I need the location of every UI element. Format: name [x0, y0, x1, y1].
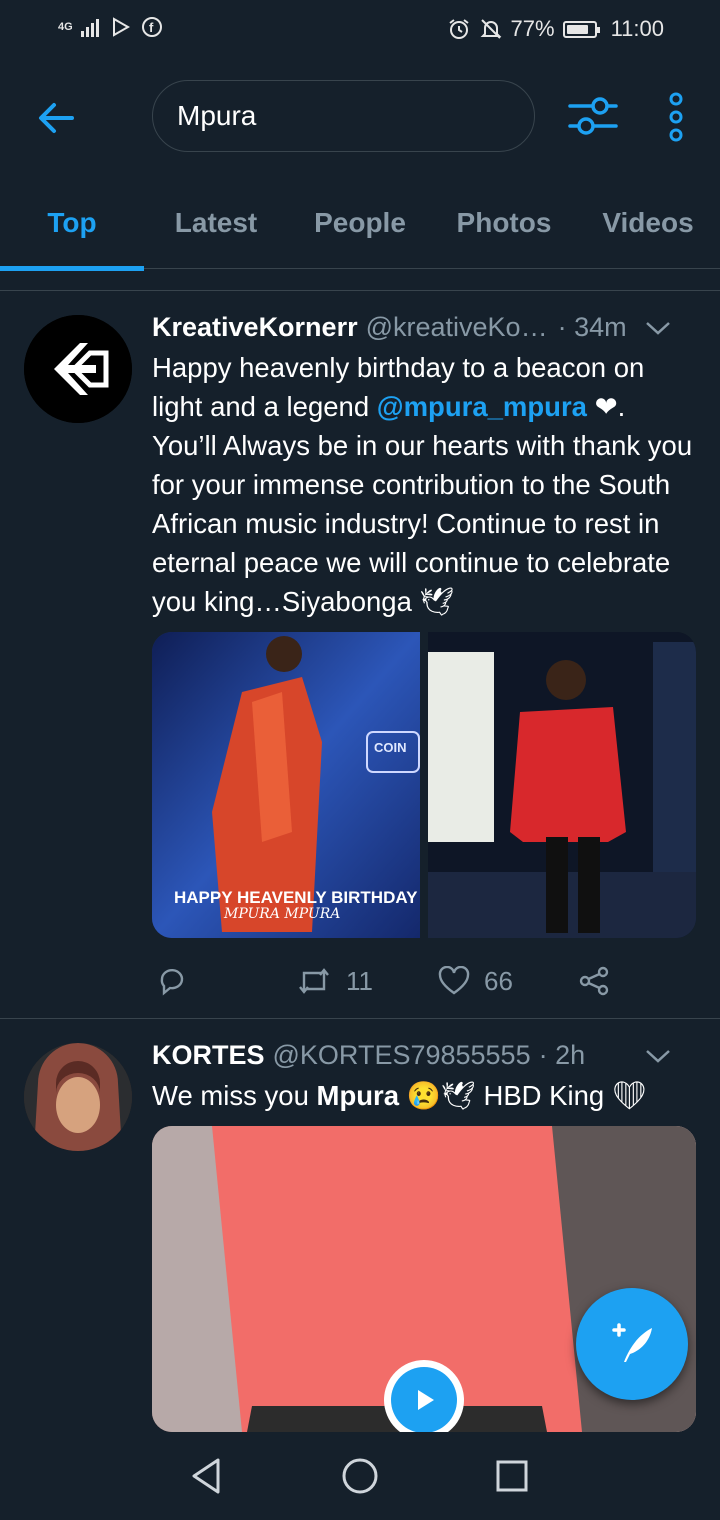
- display-name[interactable]: KORTES: [152, 1040, 265, 1071]
- compose-tweet-button[interactable]: [576, 1288, 688, 1400]
- avatar[interactable]: [24, 315, 132, 423]
- filter-settings-icon[interactable]: [568, 94, 618, 138]
- tab-people[interactable]: People: [288, 177, 432, 269]
- like-count: 66: [484, 965, 513, 996]
- network-type: 4G: [58, 20, 73, 33]
- compose-feather-icon: [612, 1323, 652, 1362]
- mute-notification-icon: [480, 19, 501, 39]
- user-handle[interactable]: @KORTES79855555: [273, 1040, 531, 1071]
- heart-icon: [438, 966, 470, 995]
- kreativekornerr-logo: [24, 315, 132, 423]
- alarm-icon: [448, 19, 469, 39]
- photo-caption-sub: MPURA MPURA: [224, 906, 341, 922]
- highlighted-term: Mpura: [316, 1080, 400, 1111]
- divider: [0, 290, 720, 291]
- retweet-button[interactable]: 11: [296, 956, 373, 1006]
- user-handle[interactable]: @kreativeKo…: [366, 312, 548, 343]
- nav-recents-icon[interactable]: [490, 1454, 534, 1498]
- kortes-avatar-image: [24, 1043, 132, 1151]
- search-input[interactable]: Mpura: [152, 80, 535, 152]
- status-right: 77% 11:00: [447, 16, 664, 42]
- search-query: Mpura: [177, 100, 257, 131]
- tweet-header: KORTES @KORTES79855555 · 2h: [152, 1040, 697, 1071]
- battery-icon: [562, 20, 600, 38]
- more-options-icon[interactable]: [664, 92, 688, 142]
- system-navigation-bar: [0, 1432, 720, 1520]
- share-button[interactable]: [578, 956, 610, 1006]
- retweet-count: 11: [346, 965, 373, 996]
- reply-icon: [160, 968, 184, 996]
- play-store-icon: [112, 17, 130, 37]
- clock: 11:00: [610, 16, 664, 41]
- status-left: 4G f: [58, 16, 163, 38]
- mention-link[interactable]: @mpura_mpura: [377, 391, 587, 422]
- like-button[interactable]: 66: [438, 956, 513, 1006]
- tweet-text: Happy heavenly birthday to a beacon on l…: [152, 348, 697, 621]
- tab-videos[interactable]: Videos: [576, 177, 720, 269]
- photo-2[interactable]: [428, 632, 696, 938]
- search-tabs: Top Latest People Photos Videos: [0, 177, 720, 271]
- tab-top[interactable]: Top: [0, 177, 144, 271]
- play-button[interactable]: [384, 1360, 464, 1432]
- signal-icon: [80, 19, 99, 37]
- avatar[interactable]: [24, 1043, 132, 1151]
- tweet-time: · 34m: [557, 312, 627, 342]
- share-icon: [579, 966, 609, 996]
- svg-text:f: f: [149, 20, 154, 35]
- chevron-down-icon[interactable]: [645, 1048, 671, 1064]
- photo-1[interactable]: COIN HAPPY HEAVENLY BIRTHDAY MPURA MPURA: [152, 632, 420, 938]
- battery-percent: 77%: [510, 16, 555, 41]
- display-name[interactable]: KreativeKornerr: [152, 312, 358, 343]
- status-bar: 4G f 77% 11:00: [0, 0, 720, 62]
- photo-sign-text: COIN: [374, 740, 407, 755]
- media-grid: COIN HAPPY HEAVENLY BIRTHDAY MPURA MPURA: [152, 632, 696, 938]
- tweet-text: We miss you Mpura 😢🕊 HBD King ❤: [152, 1076, 697, 1115]
- tweet-actions: 11 66: [152, 956, 672, 1006]
- chevron-down-icon[interactable]: [645, 320, 671, 336]
- tab-latest[interactable]: Latest: [144, 177, 288, 269]
- tweet-time: · 2h: [538, 1040, 586, 1070]
- facebook-icon: f: [141, 17, 162, 37]
- reply-button[interactable]: [156, 956, 202, 1006]
- play-icon: [391, 1367, 457, 1432]
- tweet-text-part: We miss you: [152, 1080, 317, 1111]
- photo-caption: HAPPY HEAVENLY BIRTHDAY: [174, 888, 418, 907]
- tab-photos[interactable]: Photos: [432, 177, 576, 269]
- nav-back-icon[interactable]: [186, 1454, 230, 1498]
- photo-illustration: [428, 632, 696, 938]
- nav-home-icon[interactable]: [338, 1454, 382, 1498]
- tweet-text-part: 😢🕊 HBD King ❤: [399, 1080, 647, 1111]
- search-header: Mpura: [0, 62, 720, 177]
- tweet-header: KreativeKornerr @kreativeKo… · 34m: [152, 312, 697, 343]
- tweet-text-part: ❤. You’ll Always be in our hearts with t…: [152, 391, 693, 617]
- retweet-icon: [299, 968, 329, 994]
- divider: [0, 1018, 720, 1019]
- back-arrow-icon[interactable]: [36, 98, 76, 138]
